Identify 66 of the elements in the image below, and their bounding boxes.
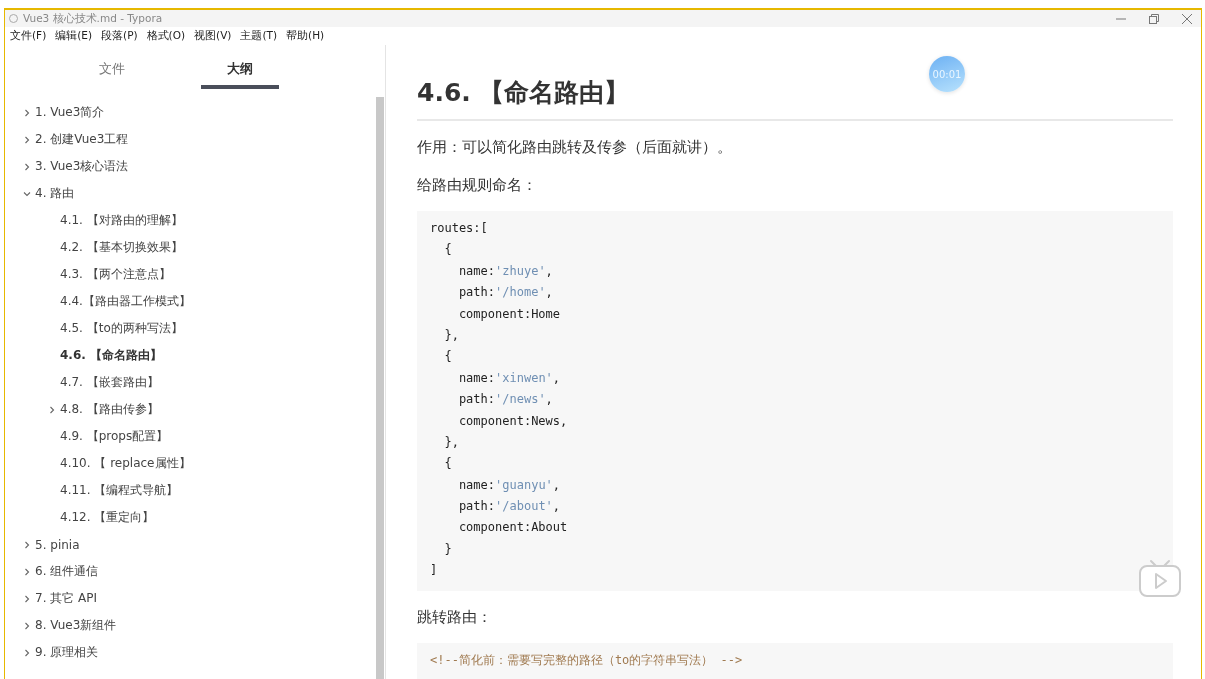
outline-item[interactable]: 4.3. 【两个注意点】: [5, 261, 376, 288]
caret-icon[interactable]: [23, 189, 31, 198]
code-line: component:Home: [457, 305, 562, 323]
code-line: name:'zhuye',: [457, 262, 554, 280]
sidebar-tab[interactable]: 文件: [73, 51, 151, 85]
window-title: Vue3 核心技术.md - Typora: [23, 11, 163, 26]
code-line: {: [443, 241, 453, 259]
outline-item[interactable]: 4.4.【路由器工作模式】: [5, 288, 376, 315]
caret-icon[interactable]: [23, 567, 31, 576]
outline-item[interactable]: 4.2. 【基本切换效果】: [5, 234, 376, 261]
code-line: },: [443, 326, 460, 344]
caret-icon[interactable]: [23, 594, 31, 603]
outline-item[interactable]: 4.6. 【命名路由】: [5, 342, 376, 369]
outline-item[interactable]: 3. Vue3核心语法: [5, 153, 376, 180]
code-line: },: [443, 433, 460, 451]
close-icon[interactable]: [1181, 12, 1193, 25]
outline-item[interactable]: 4. 路由: [5, 180, 376, 207]
code-line: path:'/home',: [457, 284, 554, 302]
caret-icon[interactable]: [23, 162, 31, 171]
code-line: ]: [430, 562, 439, 580]
menu-item[interactable]: 帮助(H): [286, 29, 325, 43]
paragraph: 作用：可以简化路由跳转及传参（后面就讲）。: [417, 138, 733, 157]
caret-icon[interactable]: [23, 648, 31, 657]
outline-item[interactable]: 7. 其它 API: [5, 585, 376, 612]
menu-item[interactable]: 文件(F): [10, 29, 47, 43]
sidebar-tab[interactable]: 大纲: [201, 51, 279, 89]
caret-icon[interactable]: [23, 621, 31, 630]
outline-item[interactable]: 4.7. 【嵌套路由】: [5, 369, 376, 396]
code-line: path:'/about',: [457, 498, 562, 516]
caret-icon[interactable]: [23, 540, 31, 549]
paragraph: 给路由规则命名：: [417, 176, 538, 195]
menu-item[interactable]: 格式(O): [146, 29, 186, 43]
caret-icon[interactable]: [23, 108, 31, 117]
code-line: }: [443, 540, 453, 558]
code-line: path:'/news',: [457, 391, 554, 409]
paragraph: 跳转路由：: [417, 607, 493, 627]
outline-item[interactable]: 4.12. 【重定向】: [5, 504, 376, 531]
timer-badge: 00:01: [929, 56, 965, 92]
code-line: component:About: [457, 519, 569, 537]
outline-item[interactable]: 4.9. 【props配置】: [5, 423, 376, 450]
code-line: name:'guanyu',: [457, 476, 562, 494]
caret-icon[interactable]: [23, 135, 31, 144]
outline-item[interactable]: 4.11. 【编程式导航】: [5, 477, 376, 504]
menu-item[interactable]: 视图(V): [194, 29, 232, 43]
code-line: {: [443, 348, 453, 366]
menu-item[interactable]: 段落(P): [101, 29, 138, 43]
menu-item[interactable]: 主题(T): [240, 29, 278, 43]
code-line: routes:[: [430, 220, 489, 237]
scrollbar[interactable]: [376, 97, 384, 679]
outline-item[interactable]: 6. 组件通信: [5, 558, 376, 585]
outline-item[interactable]: 4.5. 【to的两种写法】: [5, 315, 376, 342]
menu-item[interactable]: 编辑(E): [55, 29, 93, 43]
outline-item[interactable]: 2. 创建Vue3工程: [5, 126, 376, 153]
code-line: component:News,: [457, 412, 569, 430]
outline-item[interactable]: 4.10. 【 replace属性】: [5, 450, 376, 477]
outline-item[interactable]: 1. Vue3简介: [5, 99, 376, 126]
code-line: <!--简化前：需要写完整的路径（to的字符串写法） -->: [430, 651, 744, 669]
code-line: name:'xinwen',: [457, 369, 562, 387]
restore-icon[interactable]: [1148, 12, 1160, 25]
code-line: {: [443, 455, 453, 473]
caret-icon[interactable]: [48, 405, 56, 414]
outline-item[interactable]: 4.8. 【路由传参】: [5, 396, 376, 423]
outline-item[interactable]: 9. 原理相关: [5, 639, 376, 666]
outline-item[interactable]: 5. pinia: [5, 531, 376, 558]
outline-item[interactable]: 4.1. 【对路由的理解】: [5, 207, 376, 234]
outline-item[interactable]: 8. Vue3新组件: [5, 612, 376, 639]
